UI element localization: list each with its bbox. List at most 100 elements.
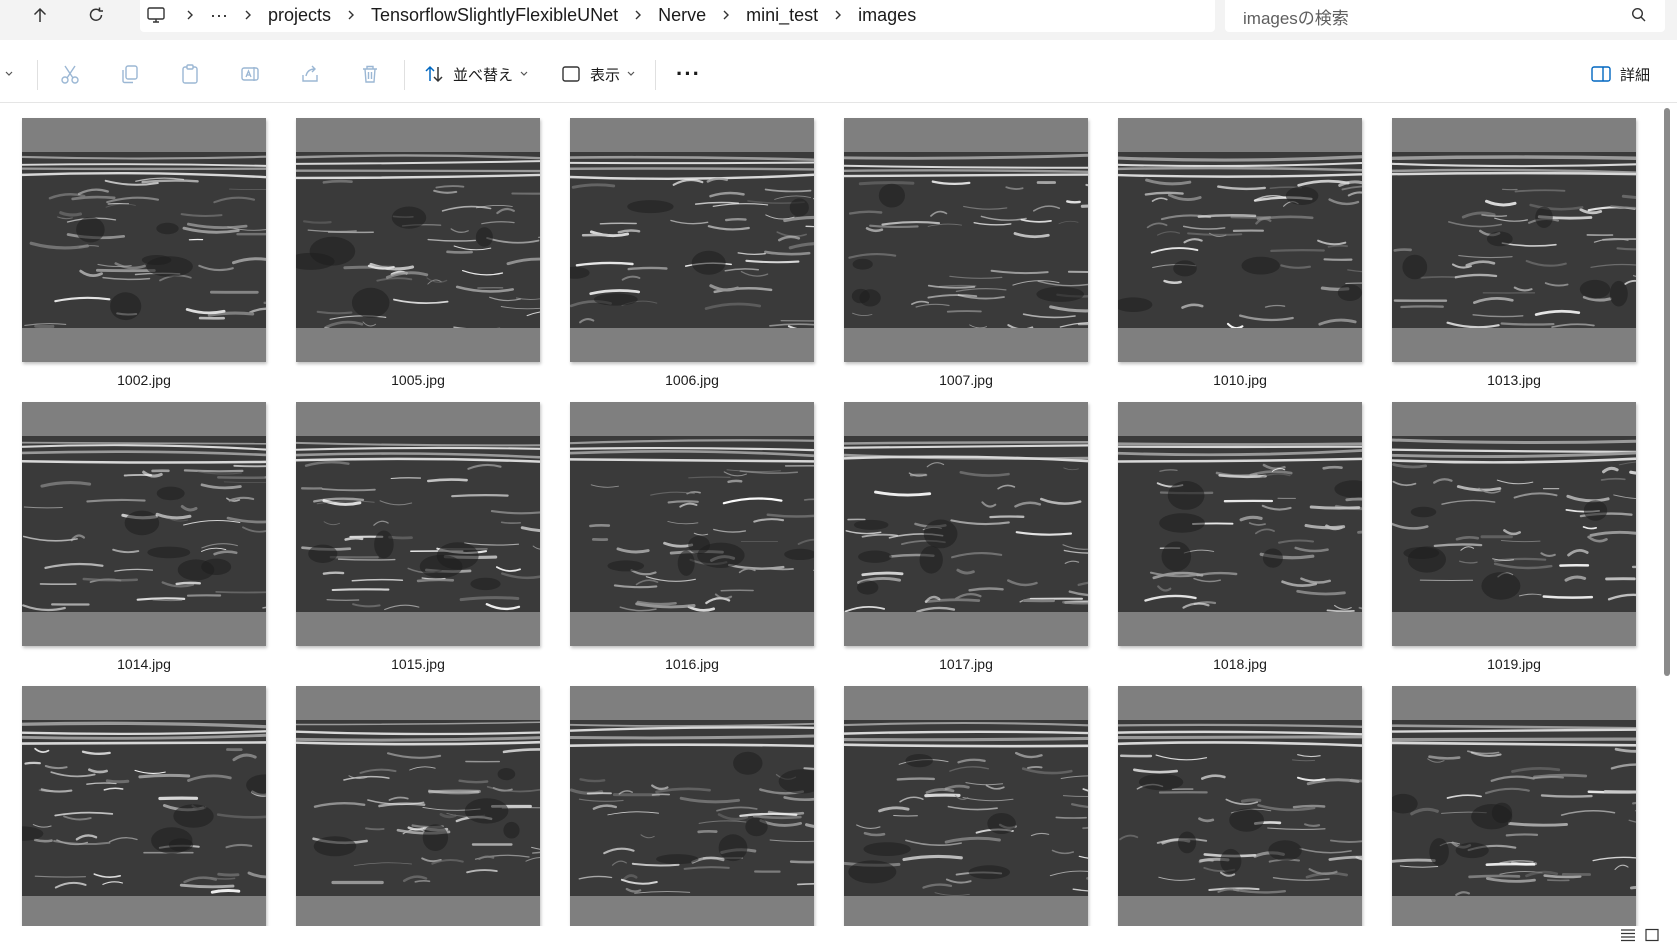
divider <box>655 60 656 90</box>
breadcrumb: ··· projects TensorflowSlightlyFlexibleUN… <box>140 0 918 30</box>
file-list-view: 1002.jpg 1005.jpg 1006.jpg 1007.jpg 1010.jpg… <box>0 104 1660 926</box>
details-pane-icon <box>1591 66 1611 82</box>
file-thumbnail <box>844 402 1088 646</box>
view-label: 表示 <box>590 66 621 84</box>
file-name: 1007.jpg <box>939 372 993 388</box>
file-thumbnail <box>1392 686 1636 926</box>
breadcrumb-item[interactable]: projects <box>266 5 333 26</box>
breadcrumb-item[interactable]: TensorflowSlightlyFlexibleUNet <box>369 5 620 26</box>
chevron-right-icon[interactable] <box>333 9 369 21</box>
details-pane-button[interactable]: 詳細 <box>1590 59 1650 89</box>
file-name: 1014.jpg <box>117 656 171 672</box>
this-pc-icon[interactable] <box>140 6 172 24</box>
large-icons-view-icon[interactable] <box>1644 928 1660 947</box>
file-thumbnail <box>1118 118 1362 362</box>
details-label: 詳細 <box>1620 66 1651 84</box>
file-item[interactable] <box>1118 686 1362 926</box>
file-name: 1016.jpg <box>665 656 719 672</box>
file-thumbnail <box>570 118 814 362</box>
new-dropdown-chevron-icon[interactable] <box>0 62 18 86</box>
file-thumbnail <box>844 686 1088 926</box>
search-input[interactable]: imagesの検索 <box>1243 4 1349 29</box>
file-name: 1002.jpg <box>117 372 171 388</box>
file-item[interactable] <box>570 686 814 926</box>
file-item[interactable]: 1016.jpg <box>570 402 814 686</box>
more-options-button[interactable]: ··· <box>676 59 701 89</box>
details-view-icon[interactable] <box>1620 928 1636 947</box>
file-name: 1013.jpg <box>1487 372 1541 388</box>
command-bar: 並べ替え 表示 ··· 詳細 <box>0 44 1677 103</box>
divider <box>37 60 38 90</box>
refresh-icon <box>89 7 103 21</box>
file-name: 1015.jpg <box>391 656 445 672</box>
file-thumbnail <box>22 402 266 646</box>
paste-icon[interactable] <box>178 62 202 86</box>
file-item[interactable]: 1019.jpg <box>1392 402 1636 686</box>
file-thumbnail <box>570 686 814 926</box>
breadcrumb-item[interactable]: images <box>856 5 918 26</box>
file-thumbnail <box>22 686 266 926</box>
file-item[interactable]: 1018.jpg <box>1118 402 1362 686</box>
chevron-down-icon <box>627 71 635 76</box>
delete-icon[interactable] <box>358 62 382 86</box>
file-thumbnail <box>1118 402 1362 646</box>
breadcrumb-overflow[interactable]: ··· <box>208 5 230 26</box>
file-name: 1017.jpg <box>939 656 993 672</box>
sort-button[interactable]: 並べ替え <box>423 59 529 89</box>
file-item[interactable] <box>22 686 266 926</box>
chevron-right-icon[interactable] <box>172 9 208 21</box>
chevron-right-icon[interactable] <box>620 9 656 21</box>
file-item[interactable]: 1015.jpg <box>296 402 540 686</box>
file-item[interactable] <box>296 686 540 926</box>
refresh-button[interactable] <box>76 0 116 30</box>
sort-icon <box>425 65 443 83</box>
file-item[interactable]: 1005.jpg <box>296 118 540 402</box>
file-name: 1010.jpg <box>1213 372 1267 388</box>
file-name: 1018.jpg <box>1213 656 1267 672</box>
file-item[interactable]: 1010.jpg <box>1118 118 1362 402</box>
file-item[interactable]: 1014.jpg <box>22 402 266 686</box>
file-item[interactable]: 1006.jpg <box>570 118 814 402</box>
file-thumbnail <box>296 686 540 926</box>
search-icon[interactable] <box>1631 7 1647 28</box>
thumbnail-grid: 1002.jpg 1005.jpg 1006.jpg 1007.jpg 1010.jpg… <box>22 118 1636 926</box>
sort-label: 並べ替え <box>453 66 514 84</box>
chevron-right-icon[interactable] <box>708 9 744 21</box>
file-thumbnail <box>1118 686 1362 926</box>
file-thumbnail <box>296 402 540 646</box>
vertical-scrollbar[interactable] <box>1664 108 1670 676</box>
file-item[interactable]: 1013.jpg <box>1392 118 1636 402</box>
breadcrumb-item[interactable]: Nerve <box>656 5 708 26</box>
breadcrumb-item[interactable]: mini_test <box>744 5 820 26</box>
file-name: 1019.jpg <box>1487 656 1541 672</box>
rename-icon[interactable] <box>238 62 262 86</box>
address-bar[interactable]: ··· projects TensorflowSlightlyFlexibleUN… <box>140 0 1215 32</box>
chevron-right-icon[interactable] <box>820 9 856 21</box>
chevron-right-icon[interactable] <box>230 9 266 21</box>
view-mode-switcher <box>1620 928 1660 947</box>
divider <box>404 60 405 90</box>
file-name: 1005.jpg <box>391 372 445 388</box>
copy-icon[interactable] <box>118 62 142 86</box>
view-button[interactable]: 表示 <box>560 59 636 89</box>
file-item[interactable]: 1017.jpg <box>844 402 1088 686</box>
file-thumbnail <box>296 118 540 362</box>
file-item[interactable]: 1002.jpg <box>22 118 266 402</box>
file-thumbnail <box>22 118 266 362</box>
view-icon <box>562 66 580 82</box>
share-icon[interactable] <box>298 62 322 86</box>
file-item[interactable] <box>1392 686 1636 926</box>
file-thumbnail <box>844 118 1088 362</box>
chevron-down-icon <box>520 71 528 76</box>
file-item[interactable] <box>844 686 1088 926</box>
file-item[interactable]: 1007.jpg <box>844 118 1088 402</box>
file-name: 1006.jpg <box>665 372 719 388</box>
file-thumbnail <box>1392 402 1636 646</box>
file-thumbnail <box>570 402 814 646</box>
arrow-up-icon <box>33 7 47 22</box>
search-box[interactable]: imagesの検索 <box>1225 0 1665 32</box>
up-button[interactable] <box>20 0 60 30</box>
cut-icon[interactable] <box>58 62 82 86</box>
address-toolbar: ··· projects TensorflowSlightlyFlexibleUN… <box>0 0 1677 40</box>
file-thumbnail <box>1392 118 1636 362</box>
